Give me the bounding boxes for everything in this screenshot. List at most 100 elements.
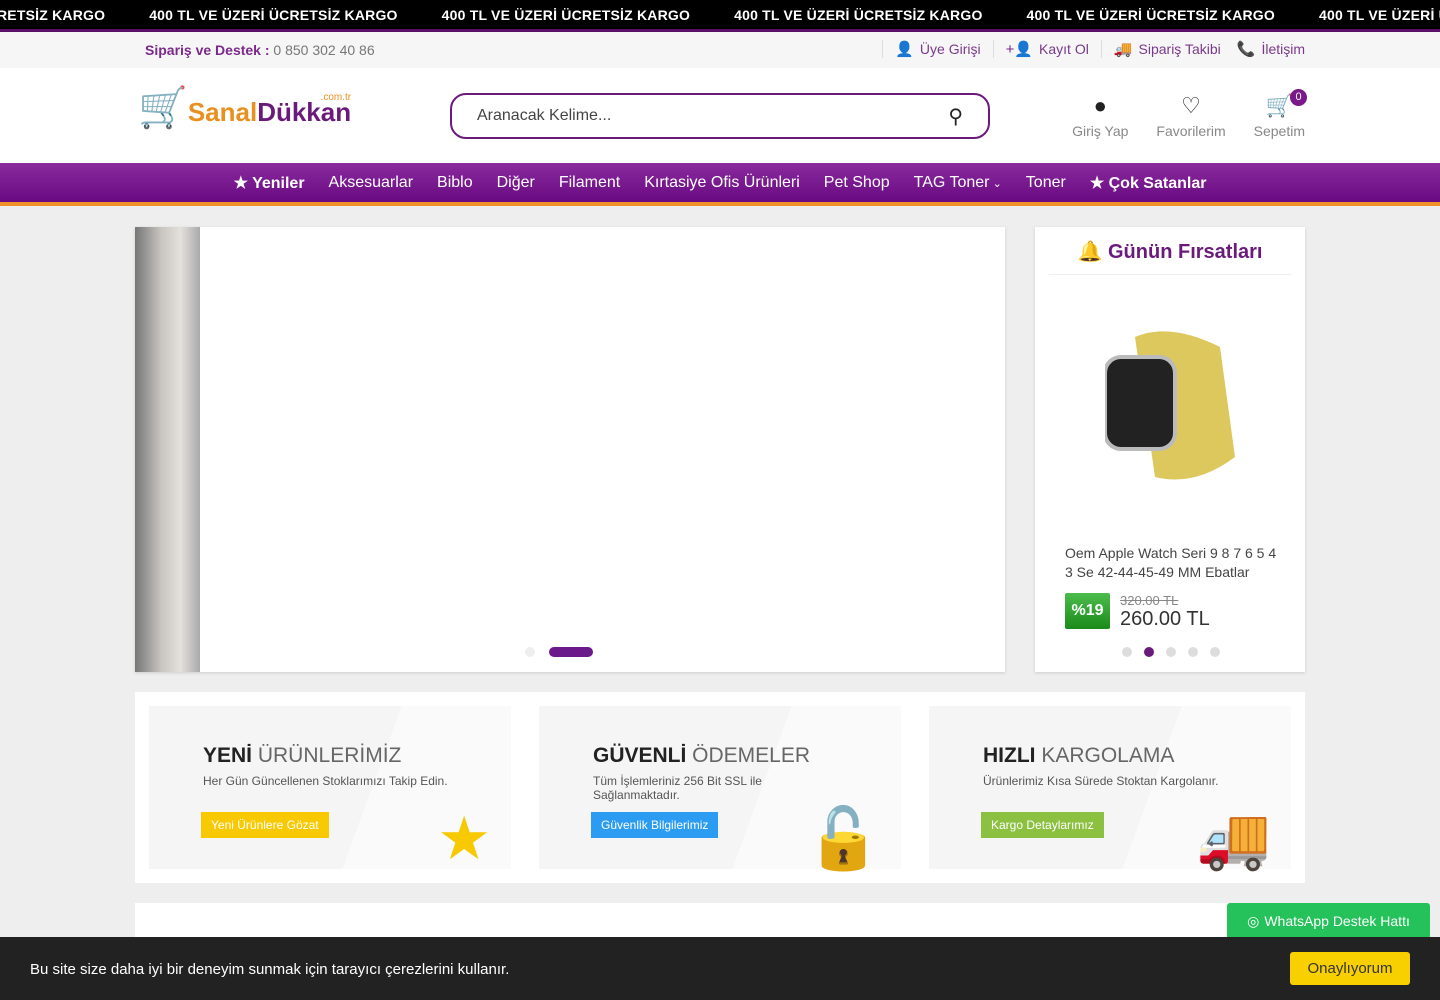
cookie-text: Bu site size daha iyi bir deneyim sunmak… xyxy=(30,961,510,978)
whatsapp-icon: ◎ xyxy=(1247,912,1260,929)
truck-icon: 🚚 xyxy=(1196,805,1271,872)
banner-text: Ürünlerimiz Kısa Sürede Stoktan Kargolan… xyxy=(983,774,1219,788)
discount-badge: %19 xyxy=(1065,593,1110,629)
chevron-down-icon: ⌄ xyxy=(989,177,1002,190)
link-label: Kayıt Ol xyxy=(1039,41,1089,57)
price: 260.00 TL xyxy=(1120,608,1210,630)
nav-item-pet-shop[interactable]: Pet Shop xyxy=(824,174,890,192)
order-tracking-link[interactable]: 🚚 Sipariş Takibi xyxy=(1100,40,1233,58)
nav-item-yeniler[interactable]: ★ Yeniler xyxy=(234,173,305,193)
carousel-dot[interactable] xyxy=(1166,647,1176,657)
support-label: Sipariş ve Destek : xyxy=(145,42,270,58)
nav-item-tag-toner[interactable]: TAG Toner ⌄ xyxy=(914,174,1002,192)
nav-item-kirtasiye[interactable]: Kırtasiye Ofis Ürünleri xyxy=(644,174,800,192)
cart-button[interactable]: 🛒 0 Sepetim xyxy=(1253,89,1307,139)
search-box: ⚲ xyxy=(450,93,990,139)
account-button[interactable]: ● Giriş Yap xyxy=(1072,93,1128,139)
cookie-banner: Bu site size daha iyi bir deneyim sunmak… xyxy=(0,937,1440,1000)
star-icon: ★ xyxy=(1089,174,1109,192)
search-icon[interactable]: ⚲ xyxy=(948,104,963,129)
slider-dot[interactable] xyxy=(525,647,535,657)
slide-image xyxy=(135,227,200,672)
carousel-dot[interactable] xyxy=(1122,647,1132,657)
banner-text: Her Gün Güncellenen Stoklarımızı Takip E… xyxy=(203,774,448,788)
ticker-item: RETSİZ KARGO xyxy=(0,6,106,23)
carousel-dot[interactable] xyxy=(1188,647,1198,657)
accept-cookies-button[interactable]: Onaylıyorum xyxy=(1290,952,1410,985)
bell-icon: 🔔 xyxy=(1077,241,1108,263)
nav-item-filament[interactable]: Filament xyxy=(559,174,620,192)
new-products-button[interactable]: Yeni Ürünlere Gözat xyxy=(201,812,329,838)
carousel-dot[interactable] xyxy=(1210,647,1220,657)
hero-slider[interactable] xyxy=(135,227,1005,672)
ticker-item: 400 TL VE ÜZERİ ÜCRETSİZ KARGO xyxy=(441,6,691,23)
link-label: İletişim xyxy=(1261,41,1305,57)
favorites-button[interactable]: ♡ Favorilerim xyxy=(1156,93,1225,139)
user-plus-icon: +👤 xyxy=(1005,41,1034,58)
ticker-item: 400 TL VE ÜZERİ ÜCRETSİZ KARGO xyxy=(149,6,398,23)
carousel-dot-active[interactable] xyxy=(1144,647,1154,657)
nav-label: TAG Toner xyxy=(913,173,990,191)
phone-icon: 📞 xyxy=(1236,41,1256,58)
logo-cart-mark: 🛒 xyxy=(138,86,188,130)
banner-title: GÜVENLİ ÖDEMELER xyxy=(593,744,847,768)
shipping-details-button[interactable]: Kargo Detaylarımız xyxy=(981,812,1104,838)
title-bold: HIZLI xyxy=(983,744,1036,767)
cart-count-badge: 0 xyxy=(1290,89,1307,106)
support-phone: Sipariş ve Destek : 0 850 302 40 86 xyxy=(145,42,375,58)
banner-text: Tüm İşlemleriniz 256 Bit SSL ile Sağlanm… xyxy=(593,774,762,802)
link-label: Sipariş Takibi xyxy=(1138,41,1221,57)
banner-new-products: YENİ ÜRÜNLERİMİZ Her Gün Güncellenen Sto… xyxy=(149,706,511,869)
link-label: Üye Girişi xyxy=(919,41,981,57)
icon-label: Sepetim xyxy=(1253,123,1305,139)
icon-label: Giriş Yap xyxy=(1072,123,1129,139)
register-link[interactable]: +👤 Kayıt Ol xyxy=(992,40,1101,58)
title-light: KARGOLAMA xyxy=(1035,744,1175,767)
phone-number: 0 850 302 40 86 xyxy=(269,42,375,58)
title-light: ÜRÜNLERİMİZ xyxy=(252,744,402,767)
security-info-button[interactable]: Güvenlik Bilgilerimiz xyxy=(591,812,719,838)
shipping-ticker: RETSİZ KARGO 400 TL VE ÜZERİ ÜCRETSİZ KA… xyxy=(0,0,1440,32)
title-bold: GÜVENLİ xyxy=(593,744,687,767)
title-light: ÖDEMELER xyxy=(686,744,811,767)
nav-item-aksesuarlar[interactable]: Aksesuarlar xyxy=(329,174,413,192)
feature-banners: YENİ ÜRÜNLERİMİZ Her Gün Güncellenen Sto… xyxy=(135,692,1305,883)
logo-tld: .com.tr xyxy=(320,92,352,103)
lock-icon: 🔓 xyxy=(806,805,881,872)
banner-secure-payment: GÜVENLİ ÖDEMELER Tüm İşlemleriniz 256 Bi… xyxy=(539,706,901,869)
ticker-item: 400 TL VE ÜZERİ ÜCRETSİZ KARGO xyxy=(1319,6,1440,23)
nav-item-cok-satanlar[interactable]: ★ Çok Satanlar xyxy=(1090,173,1207,193)
top-bar: Sipariş ve Destek : 0 850 302 40 86 👤 Üye… xyxy=(0,32,1440,68)
slider-dot-active[interactable] xyxy=(549,647,593,657)
old-price: 320.00 TL xyxy=(1120,593,1179,608)
nav-item-toner[interactable]: Toner xyxy=(1026,174,1066,192)
nav-item-diger[interactable]: Diğer xyxy=(497,174,535,192)
star-icon: ★ xyxy=(233,174,253,192)
search-input[interactable] xyxy=(477,107,949,125)
login-link[interactable]: 👤 Üye Girişi xyxy=(882,40,992,58)
icon-label: Favorilerim xyxy=(1156,123,1226,139)
contact-link[interactable]: 📞 İletişim xyxy=(1233,40,1305,58)
nav-item-biblo[interactable]: Biblo xyxy=(437,174,473,192)
site-header: 🛒 SanalDükkan .com.tr ⚲ ● Giriş Yap ♡ Favo… xyxy=(0,68,1440,163)
banner-title: HIZLI KARGOLAMA xyxy=(983,744,1237,768)
whatsapp-support-button[interactable]: ◎ WhatsApp Destek Hattı xyxy=(1227,903,1430,939)
banner-fast-shipping: HIZLI KARGOLAMA Ürünlerimiz Kısa Sürede … xyxy=(929,706,1291,869)
nav-label: Çok Satanlar xyxy=(1108,174,1207,192)
truck-icon: 🚚 xyxy=(1113,41,1133,58)
whatsapp-label: WhatsApp Destek Hattı xyxy=(1264,913,1410,929)
daily-deals: 🔔 Günün Fırsatları Oem Apple Watch Seri … xyxy=(1035,227,1305,672)
nav-label: Yeniler xyxy=(252,174,305,192)
banner-title: YENİ ÜRÜNLERİMİZ xyxy=(203,744,457,768)
product-image[interactable] xyxy=(1105,327,1235,487)
deals-title-text: Günün Fırsatları xyxy=(1108,241,1263,263)
heart-icon: ♡ xyxy=(1181,93,1201,118)
product-name[interactable]: Oem Apple Watch Seri 9 8 7 6 5 4 3 Se 42… xyxy=(1065,544,1280,582)
user-icon: ● xyxy=(1093,93,1107,118)
star-icon: ★ xyxy=(437,805,491,872)
user-icon: 👤 xyxy=(895,41,914,58)
main-nav: ★ Yeniler Aksesuarlar Biblo Diğer Filame… xyxy=(0,163,1440,206)
title-bold: YENİ xyxy=(203,744,253,767)
ticker-item: 400 TL VE ÜZERİ ÜCRETSİZ KARGO xyxy=(734,6,983,23)
logo[interactable]: 🛒 SanalDükkan .com.tr xyxy=(138,88,351,128)
